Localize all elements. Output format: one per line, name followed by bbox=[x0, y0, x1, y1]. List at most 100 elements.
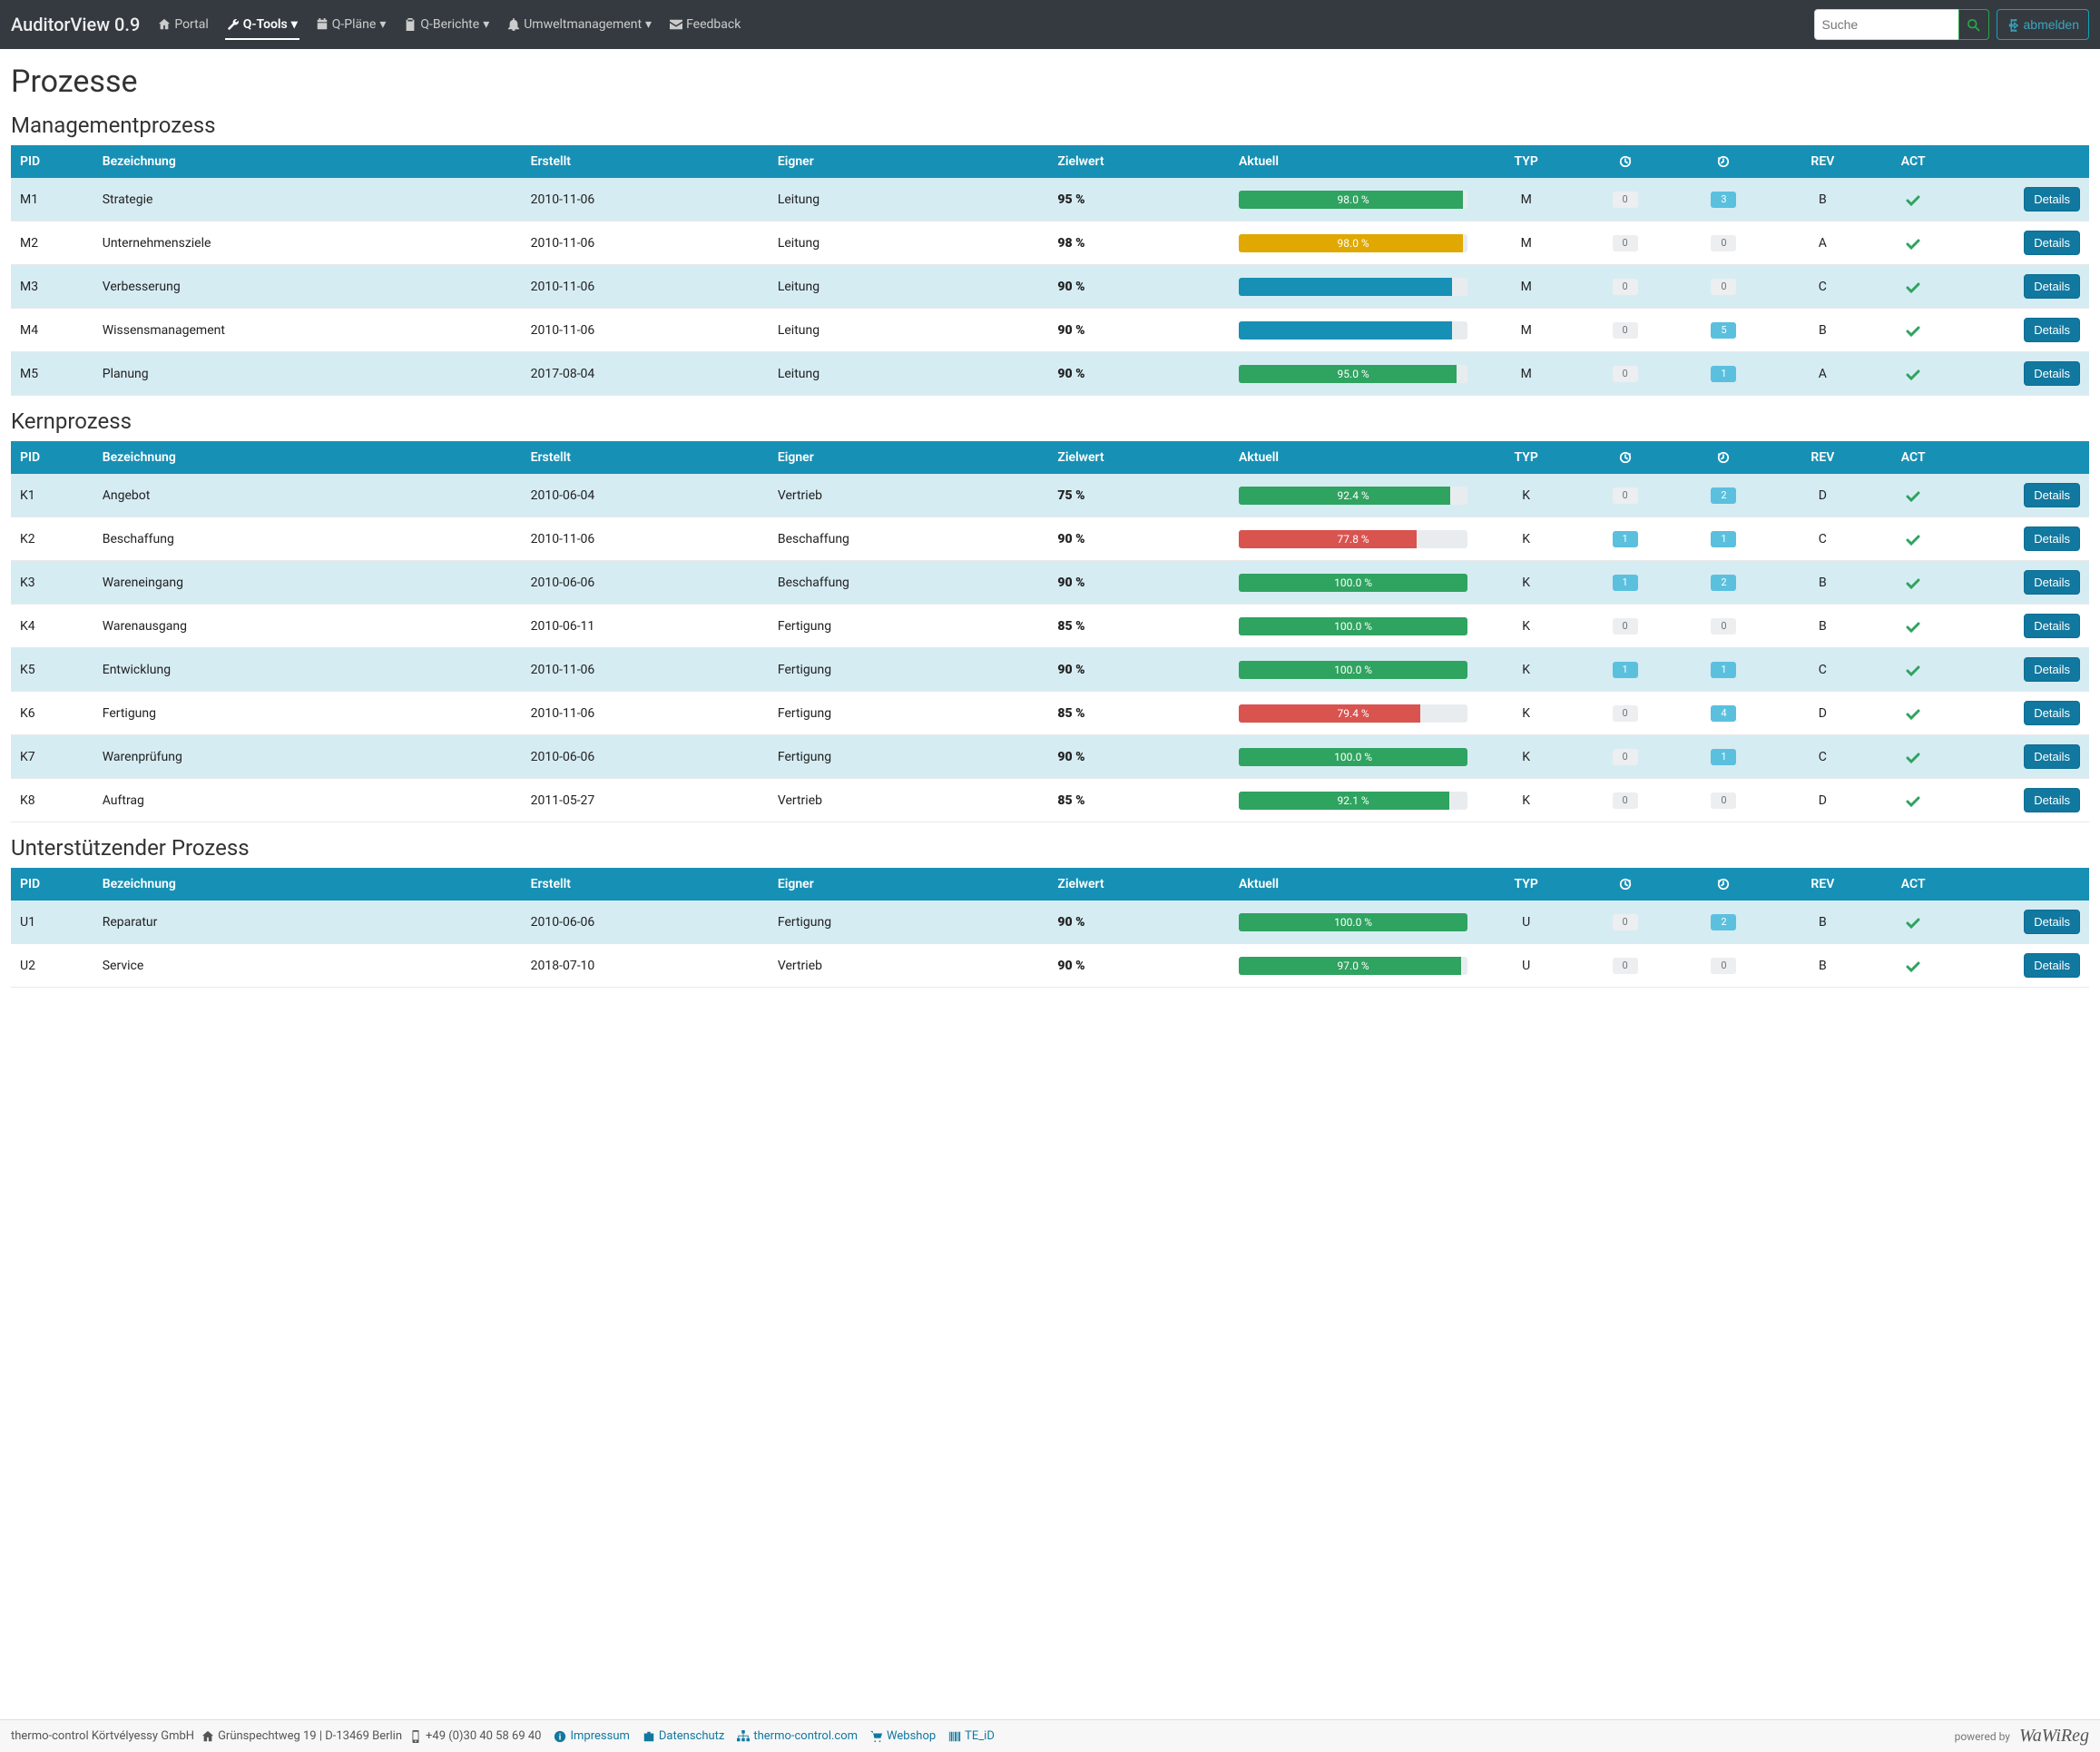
details-button[interactable]: Details bbox=[2024, 231, 2080, 255]
cell-actions: Details bbox=[1955, 735, 2089, 779]
cell-aktuell bbox=[1230, 265, 1477, 309]
nav-qtools[interactable]: Q-Tools ▾ bbox=[218, 0, 307, 49]
details-button[interactable]: Details bbox=[2024, 701, 2080, 725]
count-badge: 0 bbox=[1613, 618, 1638, 635]
th-clock-ccw[interactable] bbox=[1674, 868, 1773, 901]
th-bezeichnung[interactable]: Bezeichnung bbox=[93, 868, 522, 901]
th-pid[interactable]: PID bbox=[11, 868, 93, 901]
th-rev[interactable]: REV bbox=[1773, 441, 1872, 474]
cell-act bbox=[1872, 309, 1955, 352]
cell-rev: B bbox=[1773, 178, 1872, 221]
th-act[interactable]: ACT bbox=[1872, 868, 1955, 901]
th-eigner[interactable]: Eigner bbox=[769, 441, 1049, 474]
th-zielwert[interactable]: Zielwert bbox=[1048, 145, 1230, 178]
cell-act bbox=[1872, 178, 1955, 221]
details-button[interactable]: Details bbox=[2024, 570, 2080, 595]
th-bezeichnung[interactable]: Bezeichnung bbox=[93, 145, 522, 178]
cell-actions: Details bbox=[1955, 309, 2089, 352]
th-aktuell[interactable]: Aktuell bbox=[1230, 145, 1477, 178]
th-clock-cw[interactable] bbox=[1575, 868, 1674, 901]
details-button[interactable]: Details bbox=[2024, 361, 2080, 386]
details-button[interactable]: Details bbox=[2024, 187, 2080, 212]
th-aktuell[interactable]: Aktuell bbox=[1230, 868, 1477, 901]
details-button[interactable]: Details bbox=[2024, 527, 2080, 551]
cell-zielwert: 98 % bbox=[1048, 221, 1230, 265]
cell-act bbox=[1872, 474, 1955, 517]
count-badge: 1 bbox=[1711, 366, 1736, 382]
details-button[interactable]: Details bbox=[2024, 910, 2080, 934]
th-eigner[interactable]: Eigner bbox=[769, 145, 1049, 178]
count-badge: 1 bbox=[1711, 662, 1736, 678]
cell-badge2: 1 bbox=[1674, 517, 1773, 561]
th-typ[interactable]: TYP bbox=[1477, 868, 1575, 901]
phone-icon bbox=[409, 1729, 422, 1743]
th-pid[interactable]: PID bbox=[11, 145, 93, 178]
table-row: K4Warenausgang2010-06-11Fertigung85 %100… bbox=[11, 605, 2089, 648]
details-button[interactable]: Details bbox=[2024, 274, 2080, 299]
th-zielwert[interactable]: Zielwert bbox=[1048, 868, 1230, 901]
footer-datenschutz[interactable]: Datenschutz bbox=[643, 1729, 724, 1743]
th-aktuell[interactable]: Aktuell bbox=[1230, 441, 1477, 474]
th-zielwert[interactable]: Zielwert bbox=[1048, 441, 1230, 474]
details-button[interactable]: Details bbox=[2024, 657, 2080, 682]
check-icon bbox=[1906, 234, 1920, 251]
th-rev[interactable]: REV bbox=[1773, 145, 1872, 178]
cell-pid: K2 bbox=[11, 517, 93, 561]
cell-badge2: 0 bbox=[1674, 221, 1773, 265]
cell-aktuell: 100.0 % bbox=[1230, 648, 1477, 692]
footer-webshop[interactable]: Webshop bbox=[870, 1729, 936, 1743]
search-input[interactable] bbox=[1814, 9, 1959, 40]
nav-qberichte[interactable]: Q-Berichte ▾ bbox=[395, 0, 498, 49]
cell-rev: B bbox=[1773, 944, 1872, 988]
logout-button[interactable]: abmelden bbox=[1997, 9, 2090, 40]
cell-typ: M bbox=[1477, 221, 1575, 265]
th-typ[interactable]: TYP bbox=[1477, 145, 1575, 178]
th-pid[interactable]: PID bbox=[11, 441, 93, 474]
nav-feedback[interactable]: Feedback bbox=[661, 0, 750, 49]
th-bezeichnung[interactable]: Bezeichnung bbox=[93, 441, 522, 474]
th-act[interactable]: ACT bbox=[1872, 145, 1955, 178]
th-erstellt[interactable]: Erstellt bbox=[522, 441, 769, 474]
clock-cw-icon bbox=[1619, 877, 1632, 891]
details-button[interactable]: Details bbox=[2024, 788, 2080, 812]
progress-bar: 92.1 % bbox=[1239, 792, 1467, 810]
cell-typ: K bbox=[1477, 692, 1575, 735]
footer-impressum[interactable]: i Impressum bbox=[554, 1729, 629, 1743]
cell-typ: M bbox=[1477, 265, 1575, 309]
cell-act bbox=[1872, 779, 1955, 822]
cell-badge1: 0 bbox=[1575, 352, 1674, 396]
info-icon: i bbox=[554, 1729, 566, 1743]
th-rev[interactable]: REV bbox=[1773, 868, 1872, 901]
details-button[interactable]: Details bbox=[2024, 953, 2080, 978]
details-button[interactable]: Details bbox=[2024, 318, 2080, 342]
th-actions bbox=[1955, 868, 2089, 901]
count-badge: 0 bbox=[1613, 914, 1638, 930]
cell-typ: K bbox=[1477, 779, 1575, 822]
cell-eigner: Beschaffung bbox=[769, 561, 1049, 605]
nav-umwelt[interactable]: Umweltmanagement ▾ bbox=[498, 0, 661, 49]
cell-badge2: 1 bbox=[1674, 648, 1773, 692]
progress-label: 77.8 % bbox=[1239, 530, 1467, 548]
th-clock-cw[interactable] bbox=[1575, 441, 1674, 474]
nav-qplane[interactable]: Q-Pläne ▾ bbox=[307, 0, 396, 49]
th-clock-ccw[interactable] bbox=[1674, 441, 1773, 474]
nav-portal[interactable]: Portal bbox=[149, 0, 217, 49]
details-button[interactable]: Details bbox=[2024, 614, 2080, 638]
th-erstellt[interactable]: Erstellt bbox=[522, 145, 769, 178]
cell-zielwert: 85 % bbox=[1048, 605, 1230, 648]
th-eigner[interactable]: Eigner bbox=[769, 868, 1049, 901]
details-button[interactable]: Details bbox=[2024, 744, 2080, 769]
th-act[interactable]: ACT bbox=[1872, 441, 1955, 474]
search-button[interactable] bbox=[1958, 9, 1989, 40]
check-icon bbox=[1906, 704, 1920, 722]
th-clock-ccw[interactable] bbox=[1674, 145, 1773, 178]
th-erstellt[interactable]: Erstellt bbox=[522, 868, 769, 901]
footer-thermo[interactable]: thermo-control.com bbox=[737, 1729, 858, 1743]
th-clock-cw[interactable] bbox=[1575, 145, 1674, 178]
cell-eigner: Vertrieb bbox=[769, 474, 1049, 517]
cell-rev: C bbox=[1773, 648, 1872, 692]
details-button[interactable]: Details bbox=[2024, 483, 2080, 507]
footer-teid[interactable]: TE_iD bbox=[948, 1729, 995, 1743]
th-typ[interactable]: TYP bbox=[1477, 441, 1575, 474]
cell-erstellt: 2010-06-04 bbox=[522, 474, 769, 517]
